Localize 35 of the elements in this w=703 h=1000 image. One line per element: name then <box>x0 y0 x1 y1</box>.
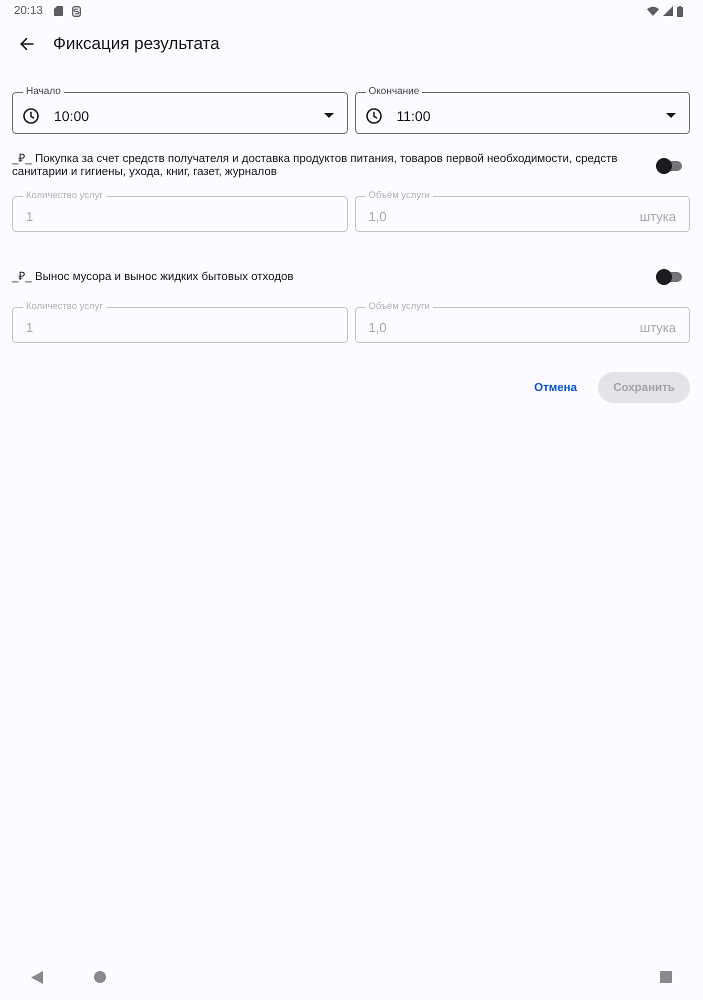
signal-icon <box>663 6 673 16</box>
caret-down-icon <box>666 113 676 118</box>
field-value: 1 <box>25 208 34 224</box>
caret-down-icon <box>324 113 334 118</box>
notification-icon <box>72 6 81 16</box>
service-title: _₽_ Покупка за счет средств получателя и доставка продуктов питания, товаров первой необходимости, средств санитарии и гигиены, ухода, книг, газет, журналов <box>12 153 618 179</box>
back-arrow-icon[interactable] <box>20 37 34 51</box>
field-value: 1,0 <box>368 320 387 334</box>
service-title: _₽_ Вынос мусора и вынос жидких бытовых отходов <box>12 270 295 284</box>
time-value: 11:00 <box>396 108 430 124</box>
sd-card-icon <box>54 6 63 16</box>
home-icon[interactable] <box>94 971 106 983</box>
unit-suffix: штука <box>640 208 676 224</box>
status-time: 20:13 <box>14 5 43 17</box>
cancel-button[interactable]: Отмена <box>522 372 589 403</box>
clock-icon <box>366 108 382 124</box>
clock-icon <box>23 108 39 124</box>
screen-title: Фиксация результата <box>53 34 220 54</box>
wifi-icon <box>647 6 659 16</box>
field-value: 1,0 <box>368 208 387 224</box>
time-value: 10:00 <box>54 108 90 124</box>
field-label: Начало <box>25 86 62 98</box>
battery-icon <box>677 6 683 16</box>
time-field[interactable]: Окончание 11:00 <box>354 86 690 134</box>
time-field[interactable]: Начало 10:00 <box>12 86 348 134</box>
toggle-switch[interactable] <box>656 158 682 174</box>
field-label: Окончание <box>368 86 420 98</box>
back-icon[interactable] <box>31 970 43 984</box>
field-label: Объём услуги <box>368 302 431 312</box>
field-label: Количество услуг <box>25 191 104 201</box>
field-label: Объём услуги <box>368 191 431 201</box>
field-value: 1 <box>25 320 34 334</box>
field-label: Количество услуг <box>25 302 104 312</box>
unit-suffix: штука <box>640 320 676 334</box>
toggle-switch[interactable] <box>656 269 682 285</box>
